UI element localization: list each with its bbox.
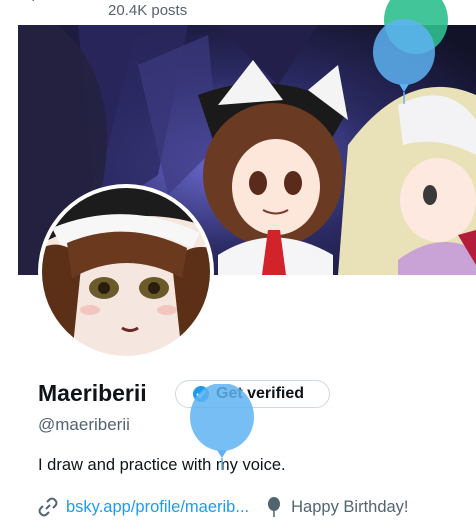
back-arrow-icon[interactable] [20, 0, 60, 6]
blue-balloon-decoration [190, 384, 254, 470]
birthday-label: Happy Birthday! [291, 497, 409, 516]
blue-balloon-decoration [373, 19, 435, 104]
balloon-icon [268, 497, 281, 517]
posts-count: 20.4K posts [108, 2, 188, 19]
avatar[interactable] [38, 184, 214, 360]
link-icon [38, 497, 58, 517]
profile-website-link[interactable]: bsky.app/profile/maerib... [66, 498, 249, 517]
profile-meta-row: bsky.app/profile/maerib... Happy Birthda… [38, 496, 409, 518]
handle: @maeriberii [38, 415, 130, 434]
display-name: Maeriberii [38, 380, 147, 406]
